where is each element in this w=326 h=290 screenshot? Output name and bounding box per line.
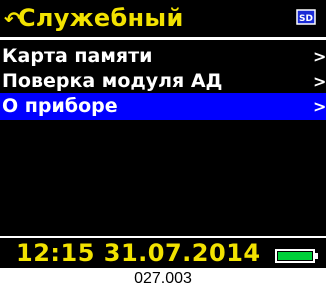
menu-item-bp-module-verification[interactable]: Поверка модуля АД > bbox=[0, 68, 326, 95]
menu-item-memory-card[interactable]: Карта памяти > bbox=[0, 43, 326, 70]
battery-fill bbox=[278, 252, 312, 260]
menu-item-label: Поверка модуля АД bbox=[2, 70, 223, 92]
page-title: Служебный bbox=[18, 4, 184, 32]
menu-item-label: О приборе bbox=[2, 95, 118, 117]
battery-tip bbox=[315, 253, 318, 259]
battery-icon bbox=[275, 249, 315, 263]
time-text: 12:15 bbox=[16, 239, 95, 267]
date-text: 31.07.2014 bbox=[103, 239, 261, 267]
chevron-right-icon: > bbox=[313, 72, 326, 91]
menu-item-label: Карта памяти bbox=[2, 45, 153, 67]
clock: 12:15 31.07.2014 bbox=[16, 238, 261, 268]
device-screen: ↶ Служебный SD Карта памяти > Поверка мо… bbox=[0, 0, 326, 268]
header-divider bbox=[0, 37, 326, 40]
chevron-right-icon: > bbox=[313, 47, 326, 66]
chevron-right-icon: > bbox=[313, 97, 326, 116]
menu-item-about-device[interactable]: О приборе > bbox=[0, 93, 326, 120]
header-bar: ↶ Служебный SD bbox=[0, 0, 326, 37]
svg-text:SD: SD bbox=[299, 14, 313, 24]
image-caption: 027.003 bbox=[134, 270, 192, 287]
sd-card-icon: SD bbox=[296, 9, 316, 25]
